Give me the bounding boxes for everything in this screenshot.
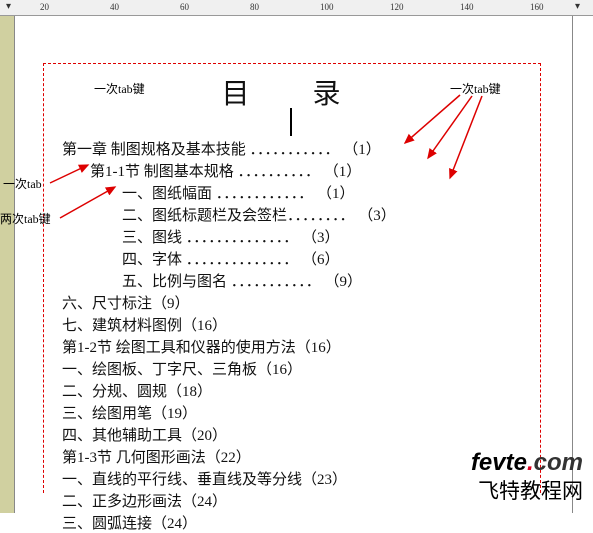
toc-flat-entry: 四、其他辅助工具（20） bbox=[62, 424, 227, 445]
watermark-dot: . bbox=[527, 449, 534, 476]
toc-flat-entry: 二、正多边形画法（24） bbox=[62, 490, 227, 511]
horizontal-ruler: ▾ 20 40 60 80 100 120 140 160 ▾ bbox=[0, 0, 593, 16]
toc-flat-entry: 六、尺寸标注（9） bbox=[62, 292, 190, 313]
text-cursor bbox=[290, 108, 292, 136]
annotation-tab-left-2: 两次tab键 bbox=[0, 210, 51, 227]
watermark: fevte.com 飞特教程网 bbox=[471, 449, 583, 505]
toc-entry: 一、图纸幅面 ．．．．．．．．．．．． （1） bbox=[122, 182, 355, 203]
toc-flat-entry: 七、建筑材料图例（16） bbox=[62, 314, 227, 335]
toc-flat-entry: 一、绘图板、丁字尺、三角板（16） bbox=[62, 358, 302, 379]
toc-flat-entry: 一、直线的平行线、垂直线及等分线（23） bbox=[62, 468, 347, 489]
annotation-tab-top-left: 一次tab键 bbox=[94, 80, 145, 97]
watermark-cn: 飞特教程网 bbox=[471, 475, 583, 505]
toc-entry: 第1-1节 制图基本规格 ．．．．．．．．．． （1） bbox=[90, 160, 361, 181]
watermark-name: fevte bbox=[471, 449, 527, 476]
toc-flat-entry: 第1-3节 几何图形画法（22） bbox=[62, 446, 251, 467]
ruler-tick: 60 bbox=[180, 2, 189, 12]
ruler-tick: 20 bbox=[40, 2, 49, 12]
left-margin-bar bbox=[0, 16, 14, 513]
ruler-marker-right: ▾ bbox=[575, 1, 580, 12]
ruler-marker-left: ▾ bbox=[6, 1, 11, 12]
toc-entry: 五、比例与图名 ．．．．．．．．．．． （9） bbox=[122, 270, 362, 291]
ruler-tick: 40 bbox=[110, 2, 119, 12]
watermark-tld: com bbox=[534, 449, 583, 476]
ruler-tick: 160 bbox=[530, 2, 544, 12]
annotation-tab-top-right: 一次tab键 bbox=[450, 80, 501, 97]
ruler-tick: 100 bbox=[320, 2, 334, 12]
toc-entry: 二、图纸标题栏及会签栏．．．．．．．． （3） bbox=[122, 204, 396, 225]
ruler-tick: 140 bbox=[460, 2, 474, 12]
watermark-url: fevte.com bbox=[471, 449, 583, 477]
ruler-tick: 80 bbox=[250, 2, 259, 12]
toc-entry: 三、图线 ．．．．．．．．．．．．．． （3） bbox=[122, 226, 340, 247]
toc-flat-entry: 三、圆弧连接（24） bbox=[62, 512, 197, 533]
toc-flat-entry: 二、分规、圆规（18） bbox=[62, 380, 212, 401]
toc-flat-entry: 第1-2节 绘图工具和仪器的使用方法（16） bbox=[62, 336, 341, 357]
toc-entry: 第一章 制图规格及基本技能 ．．．．．．．．．．． （1） bbox=[62, 138, 381, 159]
toc-entry: 四、字体 ．．．．．．．．．．．．．． （6） bbox=[122, 248, 340, 269]
ruler-tick: 120 bbox=[390, 2, 404, 12]
annotation-tab-left-1: 一次tab bbox=[3, 175, 42, 192]
toc-flat-entry: 三、绘图用笔（19） bbox=[62, 402, 197, 423]
